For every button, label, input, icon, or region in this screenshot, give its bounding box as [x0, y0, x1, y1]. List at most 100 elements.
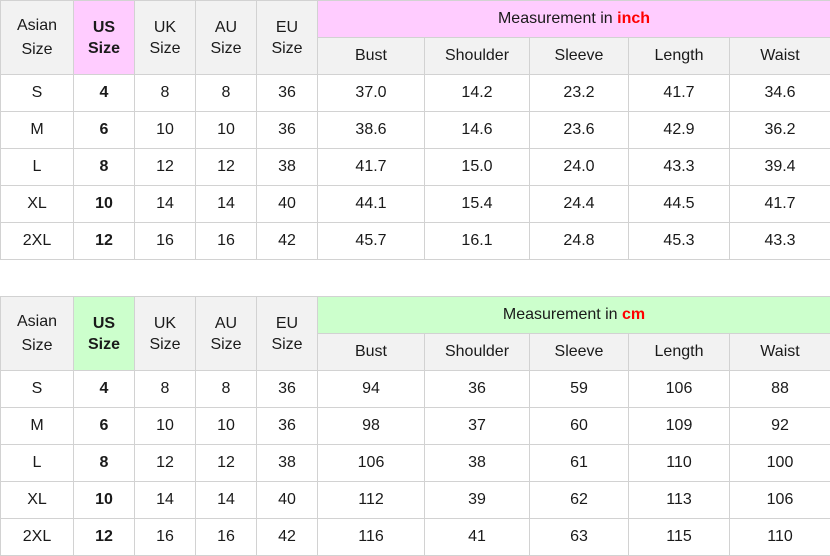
uk-size-cell: 14 — [134, 185, 196, 223]
asian-size-header-line2: Size — [21, 40, 53, 58]
bust-cell: 44.1 — [317, 185, 425, 223]
asian-size-header-line2: Size — [21, 336, 53, 354]
au-size-cell: 8 — [195, 370, 257, 408]
bust-cell: 41.7 — [317, 148, 425, 186]
waist-cell: 36.2 — [728, 111, 830, 149]
shoulder-cell: 15.4 — [424, 185, 530, 223]
waist-cell: 88 — [728, 370, 830, 408]
shoulder-cell: 16.1 — [424, 222, 530, 260]
shoulder-cell: 38 — [424, 444, 530, 482]
au-size-cell: 10 — [195, 111, 257, 149]
sleeve-cell: 62 — [529, 481, 629, 519]
uk-size-cell: 8 — [134, 370, 196, 408]
table-row: M 6 10 10 36 98 37 60 109 92 — [0, 407, 830, 445]
waist-cell: 106 — [728, 481, 830, 519]
col-length-header: Length — [628, 37, 730, 75]
uk-size-cell: 10 — [134, 407, 196, 445]
au-size-header: AU Size — [195, 296, 257, 371]
waist-cell: 34.6 — [728, 74, 830, 112]
eu-size-header: EU Size — [256, 0, 318, 75]
shoulder-cell: 14.2 — [424, 74, 530, 112]
uk-size-header-line1: UK — [153, 18, 177, 36]
eu-size-cell: 38 — [256, 148, 318, 186]
uk-size-header-line2: Size — [149, 39, 181, 57]
bust-cell: 37.0 — [317, 74, 425, 112]
length-cell: 42.9 — [628, 111, 730, 149]
au-size-header-line2: Size — [210, 39, 242, 57]
uk-size-header-line1: UK — [153, 314, 177, 332]
sleeve-cell: 60 — [529, 407, 629, 445]
waist-cell: 110 — [728, 518, 830, 556]
waist-cell: 100 — [728, 444, 830, 482]
eu-size-cell: 40 — [256, 185, 318, 223]
us-size-cell: 6 — [73, 407, 135, 445]
eu-size-cell: 36 — [256, 74, 318, 112]
uk-size-header: UK Size — [134, 0, 196, 75]
uk-size-cell: 10 — [134, 111, 196, 149]
us-size-header-line1: US — [92, 18, 116, 36]
length-cell: 45.3 — [628, 222, 730, 260]
bust-cell: 112 — [317, 481, 425, 519]
au-size-cell: 16 — [195, 518, 257, 556]
us-size-header: US Size — [73, 296, 135, 371]
us-size-cell: 8 — [73, 444, 135, 482]
asian-size-header-line1: Asian — [16, 312, 58, 330]
col-length-header: Length — [628, 333, 730, 371]
sleeve-cell: 23.2 — [529, 74, 629, 112]
waist-cell: 39.4 — [728, 148, 830, 186]
table-row: XL 10 14 14 40 112 39 62 113 106 — [0, 481, 830, 519]
eu-size-header-line2: Size — [271, 335, 303, 353]
asian-size-header-line1: Asian — [16, 16, 58, 34]
eu-size-header: EU Size — [256, 296, 318, 371]
measurement-title-prefix: Measurement in — [497, 10, 618, 27]
asian-size-cell: S — [0, 74, 74, 112]
eu-size-header-line2: Size — [271, 39, 303, 57]
col-bust-header: Bust — [317, 333, 425, 371]
us-size-header-line2: Size — [87, 39, 120, 57]
uk-size-cell: 12 — [134, 148, 196, 186]
table-row: 2XL 12 16 16 42 45.7 16.1 24.8 45.3 43.3 — [0, 222, 830, 260]
au-size-cell: 12 — [195, 148, 257, 186]
au-size-cell: 14 — [195, 481, 257, 519]
eu-size-cell: 40 — [256, 481, 318, 519]
col-bust-header: Bust — [317, 37, 425, 75]
table-row: S 4 8 8 36 94 36 59 106 88 — [0, 370, 830, 408]
au-size-cell: 16 — [195, 222, 257, 260]
measurement-title-prefix: Measurement in — [502, 306, 623, 323]
us-size-cell: 4 — [73, 74, 135, 112]
bust-cell: 98 — [317, 407, 425, 445]
length-cell: 115 — [628, 518, 730, 556]
asian-size-header: Asian Size — [0, 0, 74, 75]
eu-size-cell: 36 — [256, 370, 318, 408]
waist-cell: 41.7 — [728, 185, 830, 223]
au-size-cell: 8 — [195, 74, 257, 112]
col-shoulder-header: Shoulder — [424, 333, 530, 371]
table-row: L 8 12 12 38 106 38 61 110 100 — [0, 444, 830, 482]
col-sleeve-header: Sleeve — [529, 37, 629, 75]
length-cell: 43.3 — [628, 148, 730, 186]
measurement-unit-inch: inch — [617, 10, 651, 27]
table-row: M 6 10 10 36 38.6 14.6 23.6 42.9 36.2 — [0, 111, 830, 149]
eu-size-cell: 42 — [256, 518, 318, 556]
uk-size-header-line2: Size — [149, 335, 181, 353]
au-size-cell: 12 — [195, 444, 257, 482]
waist-cell: 92 — [728, 407, 830, 445]
us-size-cell: 6 — [73, 111, 135, 149]
shoulder-cell: 15.0 — [424, 148, 530, 186]
length-cell: 44.5 — [628, 185, 730, 223]
shoulder-cell: 14.6 — [424, 111, 530, 149]
sleeve-cell: 23.6 — [529, 111, 629, 149]
table-gap — [0, 260, 830, 296]
sleeve-cell: 63 — [529, 518, 629, 556]
us-size-header: US Size — [73, 0, 135, 75]
us-size-cell: 8 — [73, 148, 135, 186]
shoulder-cell: 36 — [424, 370, 530, 408]
asian-size-cell: 2XL — [0, 518, 74, 556]
col-shoulder-header: Shoulder — [424, 37, 530, 75]
bust-cell: 94 — [317, 370, 425, 408]
uk-size-cell: 8 — [134, 74, 196, 112]
length-cell: 109 — [628, 407, 730, 445]
col-sleeve-header: Sleeve — [529, 333, 629, 371]
us-size-cell: 4 — [73, 370, 135, 408]
asian-size-cell: M — [0, 111, 74, 149]
